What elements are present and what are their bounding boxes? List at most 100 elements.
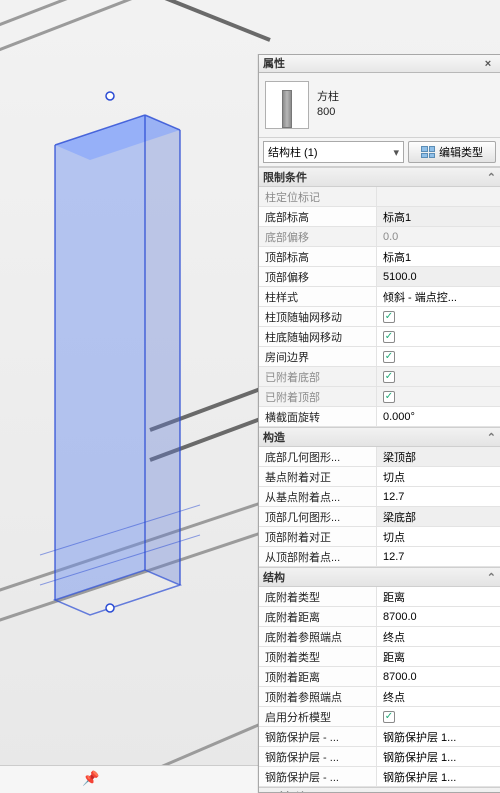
property-value[interactable]: 距离: [377, 587, 500, 606]
property-value[interactable]: 倾斜 - 端点控...: [377, 287, 500, 306]
property-row[interactable]: 钢筋保护层 - ...钢筋保护层 1...: [259, 747, 500, 767]
property-value[interactable]: 切点: [377, 527, 500, 546]
property-checkbox[interactable]: [377, 707, 500, 726]
property-name: 柱顶随轴网移动: [259, 307, 377, 326]
group-header[interactable]: 构造⌃: [259, 427, 500, 447]
property-row[interactable]: 底附着参照端点终点: [259, 627, 500, 647]
property-row[interactable]: 柱顶随轴网移动: [259, 307, 500, 327]
property-name: 横截面旋转: [259, 407, 377, 426]
property-row[interactable]: 底附着距离8700.0: [259, 607, 500, 627]
property-checkbox[interactable]: [377, 347, 500, 366]
chevron-down-icon: ▾: [393, 146, 399, 159]
properties-panel: 属性 × 方柱 800 结构柱 (1) ▾ 编辑类型 限制条件⌃柱定位标记底部标…: [258, 54, 500, 793]
checkbox-icon[interactable]: [383, 351, 395, 363]
property-row: 已附着顶部: [259, 387, 500, 407]
property-row[interactable]: 顶部标高标高1: [259, 247, 500, 267]
property-row: 柱定位标记: [259, 187, 500, 207]
property-row[interactable]: 顶附着参照端点终点: [259, 687, 500, 707]
type-thumbnail: [265, 81, 309, 129]
property-row[interactable]: 底部几何图形...梁顶部: [259, 447, 500, 467]
property-value[interactable]: 标高1: [377, 207, 500, 226]
property-row[interactable]: 顶附着距离8700.0: [259, 667, 500, 687]
property-row[interactable]: 基点附着对正切点: [259, 467, 500, 487]
property-value[interactable]: 终点: [377, 687, 500, 706]
property-value[interactable]: 钢筋保护层 1...: [377, 747, 500, 766]
property-row[interactable]: 柱样式倾斜 - 端点控...: [259, 287, 500, 307]
property-name: 钢筋保护层 - ...: [259, 767, 377, 786]
checkbox-icon: [383, 371, 395, 383]
group-title: 结构: [263, 569, 487, 585]
property-row[interactable]: 顶部偏移5100.0: [259, 267, 500, 287]
property-name: 柱定位标记: [259, 187, 377, 206]
property-name: 从顶部附着点...: [259, 547, 377, 566]
property-value[interactable]: 梁顶部: [377, 447, 500, 466]
property-grid[interactable]: 限制条件⌃柱定位标记底部标高标高1底部偏移0.0顶部标高标高1顶部偏移5100.…: [259, 167, 500, 792]
property-value[interactable]: 钢筋保护层 1...: [377, 727, 500, 746]
property-value[interactable]: 12.7: [377, 547, 500, 566]
selected-column[interactable]: [40, 92, 200, 615]
group-header[interactable]: 限制条件⌃: [259, 167, 500, 187]
property-row: 底部偏移0.0: [259, 227, 500, 247]
property-value[interactable]: 5100.0: [377, 267, 500, 286]
property-name: 钢筋保护层 - ...: [259, 747, 377, 766]
property-value[interactable]: 切点: [377, 467, 500, 486]
pin-icon[interactable]: 📌: [82, 770, 99, 787]
property-row[interactable]: 横截面旋转0.000°: [259, 407, 500, 427]
property-row[interactable]: 顶部几何图形...梁底部: [259, 507, 500, 527]
property-name: 已附着底部: [259, 367, 377, 386]
property-row[interactable]: 从基点附着点...12.7: [259, 487, 500, 507]
instance-filter-select[interactable]: 结构柱 (1) ▾: [263, 141, 404, 163]
checkbox-icon: [383, 391, 395, 403]
property-name: 柱底随轴网移动: [259, 327, 377, 346]
property-row[interactable]: 从顶部附着点...12.7: [259, 547, 500, 567]
group-title: 构造: [263, 429, 487, 445]
edit-type-icon: [421, 146, 435, 158]
property-row[interactable]: 房间边界: [259, 347, 500, 367]
property-row[interactable]: 柱底随轴网移动: [259, 327, 500, 347]
property-row[interactable]: 顶附着类型距离: [259, 647, 500, 667]
property-value[interactable]: 钢筋保护层 1...: [377, 767, 500, 786]
property-row[interactable]: 启用分析模型: [259, 707, 500, 727]
expand-icon: ⌃: [487, 431, 496, 444]
property-value[interactable]: 0.000°: [377, 407, 500, 426]
type-selector-row[interactable]: 方柱 800: [259, 73, 500, 138]
property-checkbox[interactable]: [377, 307, 500, 326]
property-name: 顶附着类型: [259, 647, 377, 666]
top-grip[interactable]: [106, 92, 114, 100]
property-name: 顶附着距离: [259, 667, 377, 686]
property-value[interactable]: 距离: [377, 647, 500, 666]
expand-icon: ⌃: [487, 571, 496, 584]
property-name: 已附着顶部: [259, 387, 377, 406]
property-row[interactable]: 底附着类型距离: [259, 587, 500, 607]
property-row[interactable]: 钢筋保护层 - ...钢筋保护层 1...: [259, 727, 500, 747]
property-row[interactable]: 底部标高标高1: [259, 207, 500, 227]
property-checkbox[interactable]: [377, 327, 500, 346]
property-value[interactable]: 8700.0: [377, 607, 500, 626]
group-header[interactable]: 尺寸标注⌃: [259, 787, 500, 792]
group-title: 尺寸标注: [263, 789, 487, 792]
property-name: 顶部几何图形...: [259, 507, 377, 526]
property-value[interactable]: 8700.0: [377, 667, 500, 686]
family-name: 方柱: [317, 90, 339, 105]
group-header[interactable]: 结构⌃: [259, 567, 500, 587]
property-value[interactable]: 终点: [377, 627, 500, 646]
property-value[interactable]: 12.7: [377, 487, 500, 506]
property-row[interactable]: 顶部附着对正切点: [259, 527, 500, 547]
checkbox-icon[interactable]: [383, 711, 395, 723]
group-title: 限制条件: [263, 169, 487, 185]
edit-type-button[interactable]: 编辑类型: [408, 141, 496, 163]
property-row[interactable]: 钢筋保护层 - ...钢筋保护层 1...: [259, 767, 500, 787]
property-value[interactable]: 梁底部: [377, 507, 500, 526]
panel-titlebar[interactable]: 属性 ×: [259, 55, 500, 73]
property-name: 底附着类型: [259, 587, 377, 606]
property-value[interactable]: 标高1: [377, 247, 500, 266]
close-icon[interactable]: ×: [480, 55, 496, 73]
expand-icon: ⌃: [487, 791, 496, 793]
property-name: 启用分析模型: [259, 707, 377, 726]
checkbox-icon[interactable]: [383, 331, 395, 343]
checkbox-icon[interactable]: [383, 311, 395, 323]
bottom-grip[interactable]: [106, 604, 114, 612]
property-checkbox: [377, 387, 500, 406]
property-row: 已附着底部: [259, 367, 500, 387]
instance-filter-value: 结构柱 (1): [268, 144, 318, 160]
